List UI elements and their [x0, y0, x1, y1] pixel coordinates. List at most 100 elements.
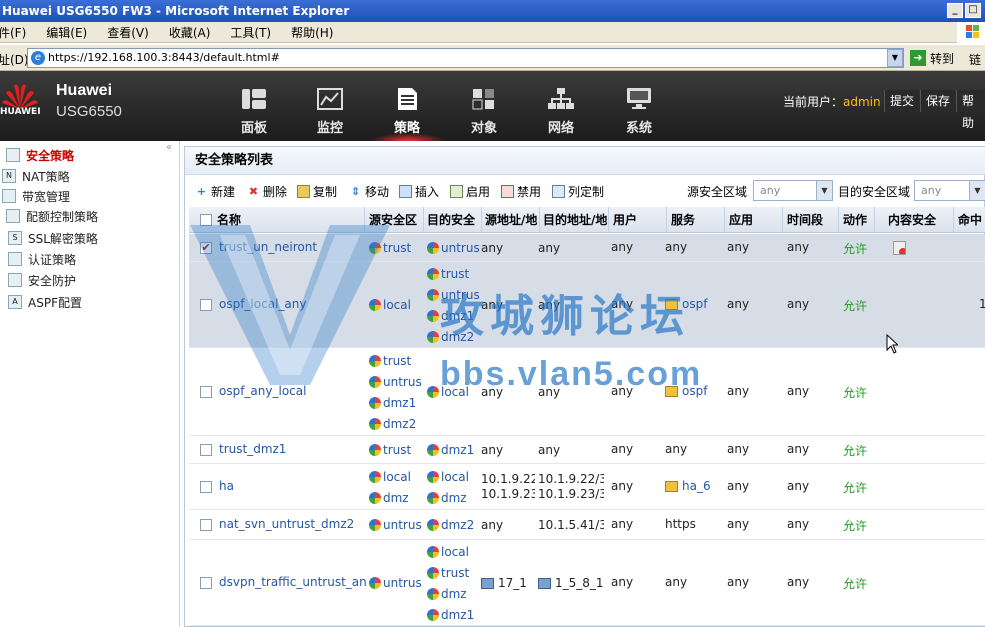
menu-edit[interactable]: 编辑(E)	[46, 24, 87, 41]
content-security-profile-icon[interactable]	[893, 241, 906, 255]
col-service[interactable]: 服务	[669, 207, 725, 233]
row-checkbox[interactable]: ✔	[200, 242, 212, 254]
customize-columns-button[interactable]: 列定制	[552, 183, 604, 200]
minimize-button[interactable]: _	[947, 3, 963, 18]
select-all-checkbox[interactable]	[200, 214, 212, 226]
zone-entry[interactable]: untrus	[369, 573, 425, 594]
zone-entry[interactable]: untrus	[427, 284, 483, 305]
table-row[interactable]: nat_svn_untrust_dmz2 untrus dmz2 any 10.1.5.…	[189, 510, 985, 540]
table-row[interactable]: trust_dmz1 trust dmz1 any any any any any any 允许	[189, 436, 985, 464]
sidebar-item-auth[interactable]: 认证策略	[8, 249, 76, 269]
col-dst-addr[interactable]: 目的地址/地	[541, 207, 609, 233]
sidebar-item-bandwidth[interactable]: 带宽管理	[2, 186, 70, 206]
zone-entry[interactable]: dmz	[427, 487, 483, 508]
row-checkbox[interactable]	[200, 444, 212, 456]
nav-network[interactable]: 网络	[531, 87, 591, 136]
zone-entry[interactable]: dmz1	[369, 392, 425, 413]
zone-entry[interactable]: trust	[369, 238, 425, 259]
zone-entry[interactable]: untrus	[369, 371, 425, 392]
table-row[interactable]: ospf_any_local trust untrus dmz1 dmz2 local an…	[189, 348, 985, 436]
zone-entry[interactable]: dmz1	[427, 305, 483, 326]
copy-button[interactable]: 复制	[297, 183, 337, 200]
col-user[interactable]: 用户	[611, 207, 667, 233]
nav-monitor[interactable]: 监控	[300, 87, 360, 136]
move-button[interactable]: ⇕ 移动	[349, 183, 389, 200]
col-application[interactable]: 应用	[727, 207, 783, 233]
zone-entry[interactable]: dmz	[427, 583, 483, 604]
policy-name-link[interactable]: ospf_local_any	[219, 297, 306, 311]
enable-button[interactable]: 启用	[450, 183, 490, 200]
go-button[interactable]: ➜ 转到	[910, 49, 954, 67]
disable-button[interactable]: 禁用	[501, 183, 541, 200]
src-zone-filter-select[interactable]: any ▼	[753, 180, 833, 201]
address-input[interactable]: e https://192.168.100.3:8443/default.htm…	[27, 48, 904, 68]
table-row[interactable]: ha local dmz local dmz 10.1.9.22 10.1.9.23 10.1…	[189, 464, 985, 510]
zone-entry[interactable]: local	[369, 466, 425, 487]
policy-name-link[interactable]: trust_un_neiront	[219, 240, 317, 254]
collapse-sidebar-icon[interactable]: «	[166, 142, 172, 153]
nav-dashboard[interactable]: 面板	[224, 87, 284, 136]
sidebar-item-quota[interactable]: 配额控制策略	[6, 206, 98, 226]
zone-entry[interactable]: dmz2	[369, 413, 425, 434]
table-row[interactable]: ✔ trust_un_neiront trust untrus any any any any…	[189, 234, 985, 262]
dst-zone-filter-select[interactable]: any ▼	[914, 180, 985, 201]
zone-entry[interactable]: dmz1	[427, 440, 483, 461]
zone-entry[interactable]: dmz2	[427, 515, 483, 536]
save-button[interactable]: 保存	[920, 90, 956, 112]
policy-name-link[interactable]: nat_svn_untrust_dmz2	[219, 517, 354, 531]
zone-entry[interactable]: untrus	[369, 515, 425, 536]
col-schedule[interactable]: 时间段	[785, 207, 839, 233]
policy-name-link[interactable]: dsvpn_traffic_untrust_any	[219, 575, 367, 589]
zone-entry[interactable]: local	[427, 382, 483, 403]
row-checkbox[interactable]	[200, 299, 212, 311]
col-src-addr[interactable]: 源地址/地	[483, 207, 540, 233]
submit-button[interactable]: 提交	[884, 90, 920, 112]
zone-entry[interactable]: trust	[427, 263, 483, 284]
col-name[interactable]: 名称	[215, 207, 365, 233]
zone-entry[interactable]: trust	[369, 350, 425, 371]
row-checkbox[interactable]	[200, 386, 212, 398]
zone-entry[interactable]: dmz	[369, 487, 425, 508]
nav-policy[interactable]: 策略	[377, 87, 437, 136]
zone-entry[interactable]: local	[427, 541, 483, 562]
zone-entry[interactable]: trust	[369, 440, 425, 461]
links-label[interactable]: 链	[969, 51, 981, 68]
zone-entry[interactable]: local	[427, 466, 483, 487]
menu-favorites[interactable]: 收藏(A)	[169, 24, 211, 41]
zone-entry[interactable]: local	[369, 295, 425, 316]
menu-help[interactable]: 帮助(H)	[291, 24, 333, 41]
policy-name-link[interactable]: trust_dmz1	[219, 442, 286, 456]
menu-tools[interactable]: 工具(T)	[230, 24, 271, 41]
nav-object[interactable]: 对象	[454, 87, 514, 136]
insert-button[interactable]: 插入	[399, 183, 439, 200]
menu-file[interactable]: 件(F)	[0, 24, 26, 41]
zone-entry[interactable]: dmz1	[427, 604, 483, 625]
row-checkbox[interactable]	[200, 519, 212, 531]
menu-view[interactable]: 查看(V)	[107, 24, 149, 41]
new-button[interactable]: + 新建	[195, 183, 235, 200]
policy-name-link[interactable]: ha	[219, 479, 234, 493]
help-button[interactable]: 帮助	[956, 90, 985, 130]
table-row[interactable]: ospf_local_any local trust untrus dmz1 dmz2 an…	[189, 262, 985, 348]
sidebar-item-nat-policy[interactable]: N NAT策略	[2, 166, 70, 186]
zone-entry[interactable]: untrus	[427, 238, 483, 259]
table-row[interactable]: dsvpn_traffic_untrust_any untrus local trus…	[189, 540, 985, 626]
nav-system[interactable]: 系统	[609, 87, 669, 136]
col-hits[interactable]: 命中	[956, 207, 985, 233]
col-dst-zone[interactable]: 目的安全	[425, 207, 482, 233]
col-content-security[interactable]: 内容安全	[886, 207, 954, 233]
sidebar-item-ssl-decrypt[interactable]: S SSL解密策略	[8, 228, 98, 248]
row-checkbox[interactable]	[200, 481, 212, 493]
row-checkbox[interactable]	[200, 577, 212, 589]
sidebar-item-security-policy[interactable]: 安全策略	[6, 145, 74, 165]
sidebar-item-protection[interactable]: 安全防护	[8, 270, 76, 290]
policy-name-link[interactable]: ospf_any_local	[219, 384, 306, 398]
zone-entry[interactable]: dmz2	[427, 326, 483, 347]
col-src-zone[interactable]: 源安全区	[367, 207, 424, 233]
address-dropdown-icon[interactable]: ▼	[887, 49, 903, 67]
sidebar-item-aspf[interactable]: A ASPF配置	[8, 292, 82, 312]
col-action[interactable]: 动作	[841, 207, 875, 233]
zone-entry[interactable]: trust	[427, 562, 483, 583]
maximize-button[interactable]: □	[965, 3, 981, 18]
delete-button[interactable]: ✖ 删除	[247, 183, 287, 200]
